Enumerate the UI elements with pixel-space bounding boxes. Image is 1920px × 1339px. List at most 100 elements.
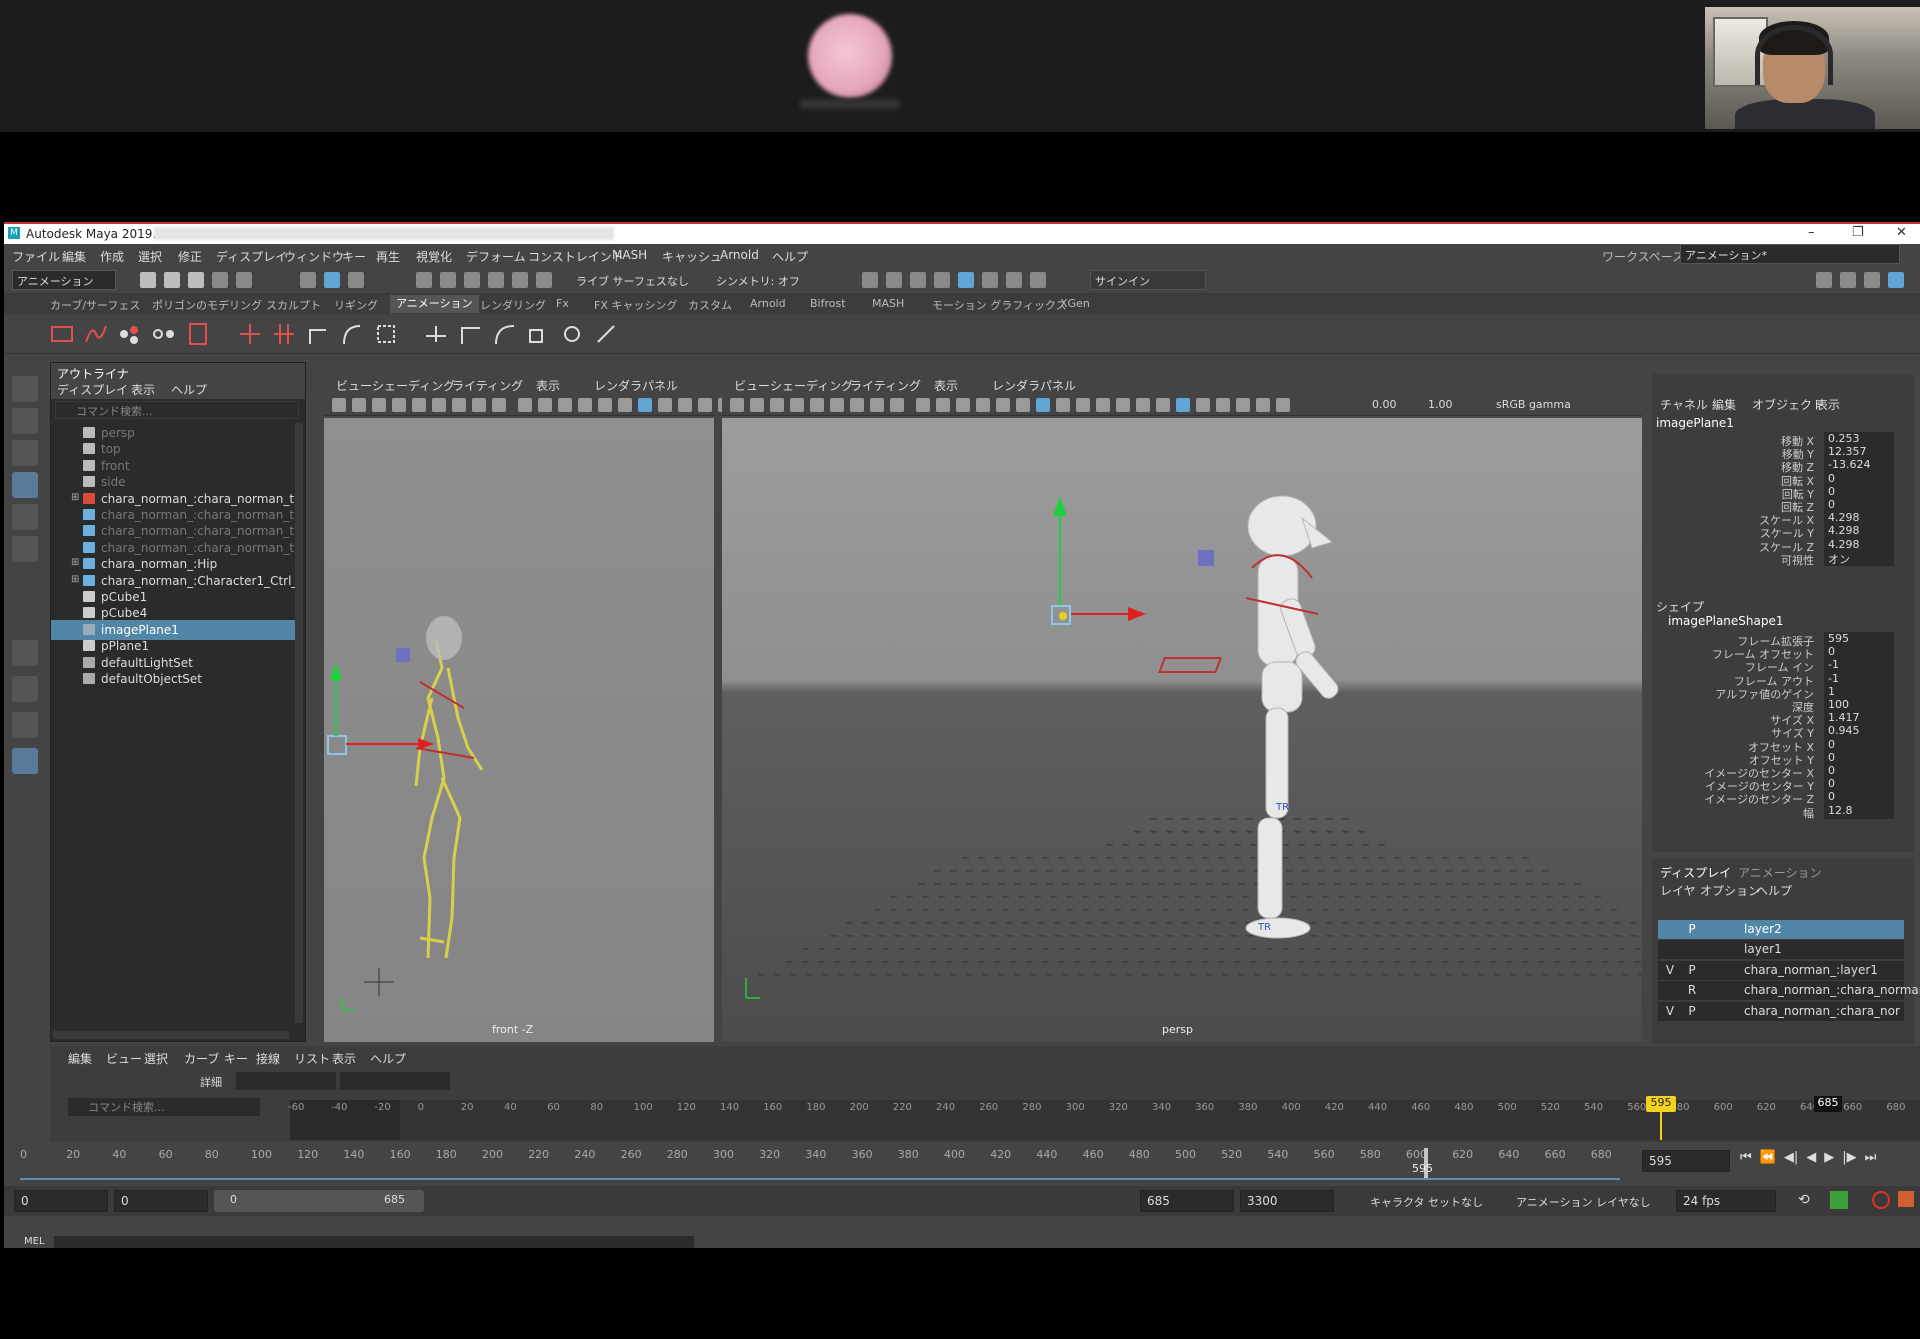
play-forward-icon[interactable]: ▶ [1824, 1150, 1834, 1172]
channel-menu-show[interactable]: 表示 [1816, 396, 1840, 413]
viewport-persp-tool-icon[interactable] [1276, 398, 1290, 412]
viewport-persp-menu-item[interactable]: シェーディング [770, 377, 853, 394]
graph-menu-edit[interactable]: 編集 [68, 1050, 92, 1067]
graph-menu-select[interactable]: 選択 [144, 1050, 168, 1067]
graph-end-marker[interactable]: 685 [1814, 1096, 1842, 1112]
menu-edit[interactable]: 編集 [62, 248, 86, 265]
menu-mash[interactable]: MASH [612, 248, 647, 262]
colorspace-label[interactable]: sRGB gamma [1496, 398, 1571, 411]
live-surface-label[interactable]: ライブ サーフェスなし [576, 273, 689, 289]
shelf-tab-mash[interactable]: MASH [872, 297, 904, 310]
viewport-persp-tool-icon[interactable] [956, 398, 970, 412]
outliner-hscrollbar[interactable] [53, 1031, 289, 1039]
undo-icon[interactable] [212, 272, 228, 288]
move-tool-icon[interactable] [12, 472, 38, 498]
viewport-front-menu-item[interactable]: レンダラ [594, 377, 642, 394]
open-scene-icon[interactable] [164, 272, 180, 288]
menu-key[interactable]: キー [342, 248, 366, 265]
viewport-persp-tool-icon[interactable] [916, 398, 930, 412]
scene-start-field[interactable]: 0 [14, 1190, 108, 1212]
viewport-front-tool-icon[interactable] [452, 398, 466, 412]
range-slider[interactable]: 0 685 [214, 1190, 424, 1212]
layer-menu-layers[interactable]: レイヤ [1660, 882, 1696, 899]
outliner-item[interactable]: defaultObjectSet [51, 669, 295, 689]
persp-move-manip-y-arrow[interactable] [1053, 496, 1067, 516]
viewport-persp-tool-icon[interactable] [1116, 398, 1130, 412]
viewport-front-menu-item[interactable]: 表示 [536, 377, 560, 394]
layer-menu-options[interactable]: オプション [1700, 882, 1760, 899]
outliner-search-input[interactable]: コマンド検索... [55, 401, 299, 419]
viewport-persp-tool-icon[interactable] [1076, 398, 1090, 412]
create-joint-icon[interactable] [238, 322, 262, 346]
four-view-layout-icon[interactable] [12, 676, 38, 702]
tool-settings-icon[interactable] [1864, 272, 1880, 288]
viewport-persp-menu-item[interactable]: パネル [1040, 377, 1076, 394]
viewport-persp-tool-icon[interactable] [1216, 398, 1230, 412]
viewport-front-tool-icon[interactable] [658, 398, 672, 412]
viewport-persp-tool-icon[interactable] [870, 398, 884, 412]
layer-row[interactable]: Rchara_norman_:chara_norman_ [1658, 981, 1920, 1001]
viewport-front-scene[interactable]: front -Z [324, 418, 714, 1042]
layer-tab-display[interactable]: ディスプレイ [1660, 864, 1731, 881]
viewport-front-tool-icon[interactable] [558, 398, 572, 412]
layer-row[interactable]: Player2 [1658, 920, 1904, 939]
shelf-tab-curves[interactable]: カーブ/サーフェス [50, 297, 140, 313]
paint-select-icon[interactable] [12, 440, 38, 466]
viewport-persp-tool-icon[interactable] [850, 398, 864, 412]
channel-menu-edit[interactable]: 編集 [1712, 396, 1736, 413]
viewport-front-tool-icon[interactable] [412, 398, 426, 412]
close-button[interactable]: ✕ [1896, 225, 1907, 240]
render-view-icon[interactable] [982, 272, 998, 288]
cluster-icon[interactable] [374, 322, 398, 346]
rotate-tool-icon[interactable] [12, 504, 38, 530]
menu-file[interactable]: ファイル [12, 248, 60, 265]
viewport-front-menu-item[interactable]: ライティング [452, 377, 523, 394]
layer-row[interactable]: layer1 [1658, 940, 1904, 960]
viewport-front-tool-icon[interactable] [492, 398, 506, 412]
exposure-field[interactable]: 0.00 [1372, 398, 1397, 411]
snap-curve-icon[interactable] [440, 272, 456, 288]
layer-playback-toggle[interactable]: R [1684, 983, 1700, 997]
render-history-icon[interactable] [862, 272, 878, 288]
viewport-persp-tool-icon[interactable] [750, 398, 764, 412]
viewport-front-tool-icon[interactable] [578, 398, 592, 412]
menu-arnold[interactable]: Arnold [720, 248, 759, 262]
shelf-tab-bifrost[interactable]: Bifrost [810, 297, 846, 310]
channel-menu-channels[interactable]: チャネル [1660, 396, 1708, 413]
time-slider[interactable]: 0 20 40 60 80 100 120 140 160 180 200 220 240 260 280 3… [20, 1148, 1640, 1182]
select-object-icon[interactable] [324, 272, 340, 288]
menu-select[interactable]: 選択 [138, 248, 162, 265]
orient-constraint-icon[interactable] [492, 322, 516, 346]
shelf-tab-fx[interactable]: Fx [556, 297, 569, 310]
play-backward-icon[interactable]: ◀ [1806, 1150, 1816, 1172]
viewport-persp-menu-item[interactable]: レンダラ [992, 377, 1040, 394]
snap-surface-icon[interactable] [512, 272, 528, 288]
symmetry-dropdown[interactable]: シンメトリ: オフ [716, 273, 800, 289]
viewport-front-tool-icon[interactable] [638, 398, 652, 412]
menu-modify[interactable]: 修正 [178, 248, 202, 265]
layer-visibility-toggle[interactable]: V [1662, 1004, 1678, 1018]
single-perspective-layout-icon[interactable] [12, 640, 38, 666]
graph-menu-view[interactable]: ビュー [106, 1050, 142, 1067]
scale-tool-icon[interactable] [12, 536, 38, 562]
persp-move-manip-x-arrow[interactable] [1128, 607, 1146, 621]
fps-dropdown[interactable]: 24 fps [1676, 1190, 1776, 1212]
scene-end-field[interactable]: 3300 [1240, 1190, 1334, 1212]
viewport-persp-tool-icon[interactable] [1136, 398, 1150, 412]
layer-playback-toggle[interactable]: P [1684, 922, 1700, 936]
select-tool-icon[interactable] [12, 376, 38, 402]
viewport-persp-tool-icon[interactable] [1056, 398, 1070, 412]
viewport-front-tool-icon[interactable] [698, 398, 712, 412]
loop-icon[interactable]: ⟲ [1798, 1192, 1810, 1208]
viewport-persp-tool-icon[interactable] [1236, 398, 1250, 412]
shelf-tab-sculpt[interactable]: スカルプト [266, 297, 321, 313]
viewport-persp-tool-icon[interactable] [1256, 398, 1270, 412]
image-plane-handle[interactable] [327, 735, 347, 755]
layer-row[interactable]: V Pchara_norman_:layer1 [1658, 960, 1904, 980]
viewport-persp-tool-icon[interactable] [1016, 398, 1030, 412]
viewport-persp-tool-icon[interactable] [790, 398, 804, 412]
viewport-front-tool-icon[interactable] [618, 398, 632, 412]
menu-windows[interactable]: ウィンドウ [284, 248, 344, 265]
signin-button[interactable]: サインイン [1090, 270, 1206, 290]
attribute-editor-icon[interactable] [1840, 272, 1856, 288]
